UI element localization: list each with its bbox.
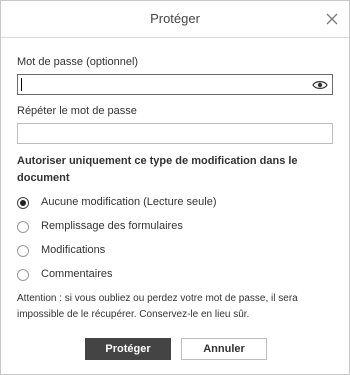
option-form-filling[interactable]: Remplissage des formulaires: [17, 220, 317, 236]
option-label: Aucune modification (Lecture seule): [41, 196, 217, 208]
option-label: Modifications: [41, 244, 106, 256]
cancel-button[interactable]: Annuler: [181, 338, 267, 360]
repeat-password-label: Répéter le mot de passe: [17, 105, 137, 117]
dialog-titlebar: Protéger: [1, 1, 349, 38]
dialog-title: Protéger: [150, 11, 200, 26]
password-input[interactable]: [18, 75, 316, 95]
radio-button[interactable]: [17, 221, 29, 233]
option-label: Remplissage des formulaires: [41, 220, 183, 232]
repeat-password-field[interactable]: [17, 123, 333, 144]
text-caret: [21, 78, 22, 91]
option-modifications[interactable]: Modifications: [17, 244, 317, 260]
eye-icon[interactable]: [312, 78, 328, 92]
close-icon[interactable]: [323, 10, 341, 28]
protect-dialog: Protéger Mot de passe (optionnel) Répéte…: [0, 0, 350, 375]
warning-notice: Attention : si vous oubliez ou perdez vo…: [17, 293, 298, 320]
option-read-only[interactable]: Aucune modification (Lecture seule): [17, 196, 317, 212]
permissions-heading: Autoriser uniquement ce type de modifica…: [17, 155, 298, 184]
radio-button[interactable]: [17, 245, 29, 257]
protect-button[interactable]: Protéger: [85, 338, 171, 360]
password-field[interactable]: [17, 74, 333, 95]
option-label: Commentaires: [41, 268, 113, 280]
radio-button[interactable]: [17, 269, 29, 281]
repeat-password-input[interactable]: [18, 124, 316, 144]
option-comments[interactable]: Commentaires: [17, 268, 317, 284]
radio-button-checked[interactable]: [17, 197, 29, 209]
password-label: Mot de passe (optionnel): [17, 56, 139, 68]
